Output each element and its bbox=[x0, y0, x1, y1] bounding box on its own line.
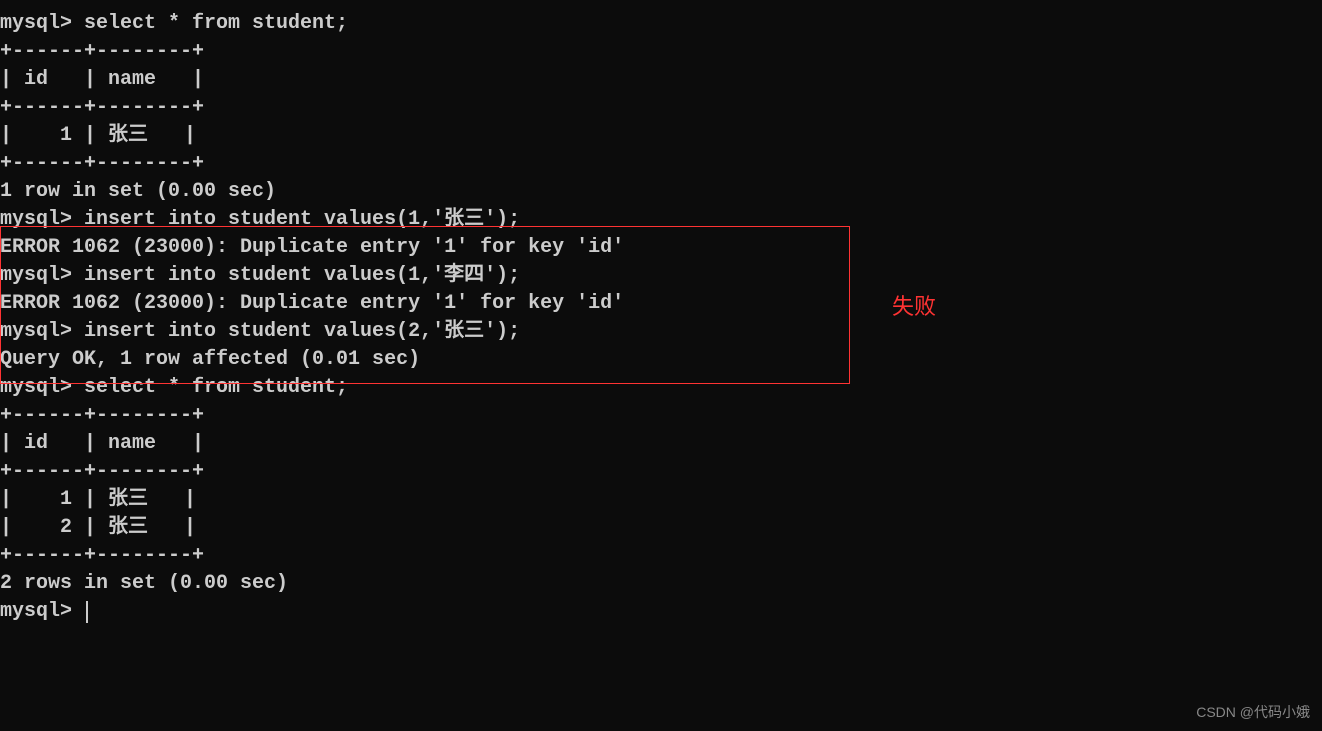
terminal-line: +------+--------+ bbox=[0, 38, 1322, 66]
terminal-line: | id | name | bbox=[0, 66, 1322, 94]
terminal-line: +------+--------+ bbox=[0, 542, 1322, 570]
terminal-line: mysql> select * from student; bbox=[0, 10, 1322, 38]
terminal-line: 2 rows in set (0.00 sec) bbox=[0, 570, 1322, 598]
terminal-line: ERROR 1062 (23000): Duplicate entry '1' … bbox=[0, 290, 1322, 318]
terminal-line: ERROR 1062 (23000): Duplicate entry '1' … bbox=[0, 234, 1322, 262]
terminal-line: +------+--------+ bbox=[0, 458, 1322, 486]
terminal-line: +------+--------+ bbox=[0, 94, 1322, 122]
terminal-line: | 1 | 张三 | bbox=[0, 122, 1322, 150]
terminal-line: | 1 | 张三 | bbox=[0, 486, 1322, 514]
terminal-line: mysql> select * from student; bbox=[0, 374, 1322, 402]
watermark: CSDN @代码小娥 bbox=[1196, 703, 1310, 723]
terminal-line: +------+--------+ bbox=[0, 150, 1322, 178]
failure-annotation: 失败 bbox=[892, 292, 936, 323]
terminal-output: mysql> select * from student; +------+--… bbox=[0, 10, 1322, 626]
terminal-line: Query OK, 1 row affected (0.01 sec) bbox=[0, 346, 1322, 374]
terminal-line: mysql> insert into student values(1,'李四'… bbox=[0, 262, 1322, 290]
terminal-line: | 2 | 张三 | bbox=[0, 514, 1322, 542]
terminal-line: | id | name | bbox=[0, 430, 1322, 458]
cursor-icon bbox=[86, 601, 88, 623]
terminal-prompt[interactable]: mysql> bbox=[0, 598, 1322, 626]
terminal-line: mysql> insert into student values(1,'张三'… bbox=[0, 206, 1322, 234]
terminal-line: +------+--------+ bbox=[0, 402, 1322, 430]
terminal-line: mysql> insert into student values(2,'张三'… bbox=[0, 318, 1322, 346]
terminal-line: 1 row in set (0.00 sec) bbox=[0, 178, 1322, 206]
